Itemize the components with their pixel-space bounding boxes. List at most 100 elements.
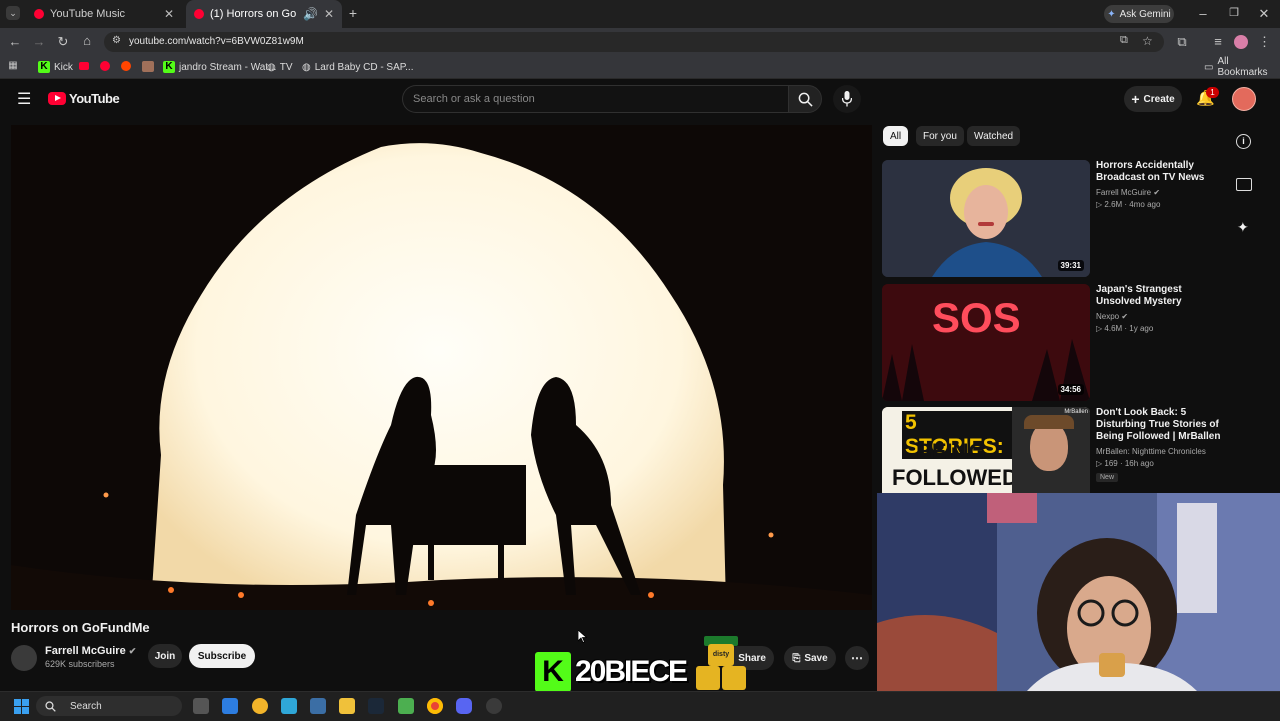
window-close-icon[interactable]: ✕ (1256, 6, 1272, 22)
bookmark-label: TV (279, 61, 293, 73)
close-icon[interactable]: ✕ (324, 7, 334, 21)
all-bookmarks[interactable]: ▭ All Bookmarks (1204, 56, 1280, 78)
voice-search-button[interactable] (833, 85, 861, 113)
tab-horrors-on-gofundme[interactable]: (1) Horrors on GoFundMe 🔊 ✕ (186, 0, 342, 28)
minimize-icon[interactable]: – (1195, 6, 1211, 21)
play-icon: ▷ (1096, 200, 1103, 209)
image-bookmark-icon[interactable] (142, 61, 154, 72)
steam-icon[interactable] (368, 698, 384, 714)
recommendation-thumbnail[interactable]: 5 STORIES: BEING FOLLOWED MrBallen (882, 407, 1090, 495)
widgets-icon[interactable] (222, 698, 238, 714)
video-duration: 39:31 (1057, 260, 1084, 271)
profile-avatar[interactable] (1234, 35, 1248, 49)
microphone-icon (842, 91, 852, 107)
bookmark-label: Lard Baby CD - SAP... (314, 61, 414, 73)
minecraft-icon[interactable] (398, 698, 414, 714)
create-button[interactable]: + Create (1124, 86, 1182, 112)
join-button[interactable]: Join (148, 644, 182, 668)
sparkle-icon[interactable]: ✦ (1237, 219, 1249, 236)
task-view-icon[interactable] (193, 698, 209, 714)
create-label: Create (1143, 93, 1175, 105)
recommendation-title[interactable]: Horrors Accidentally Broadcast on TV New… (1096, 160, 1221, 184)
tab-search-button[interactable]: ⌄ (6, 6, 20, 20)
discord-icon[interactable] (456, 698, 472, 714)
recommendation-title[interactable]: Japan's Strangest Unsolved Mystery (1096, 284, 1221, 308)
extensions-icon[interactable]: ⧉ (1174, 34, 1190, 50)
chrome-icon[interactable] (427, 698, 443, 714)
recommendation-views: 4.6M (1104, 324, 1123, 333)
recommendation-thumbnail[interactable]: 39:31 (882, 160, 1090, 277)
search-placeholder: Search or ask a question (413, 93, 535, 105)
search-input[interactable]: Search or ask a question (402, 85, 788, 113)
bookmark-icon: ⎘ (792, 652, 801, 664)
recommendation-info[interactable]: Japan's Strangest Unsolved Mystery Nexpo… (1096, 284, 1221, 333)
play-icon: ▷ (1096, 459, 1103, 468)
recommendation-age: 4mo ago (1129, 200, 1161, 209)
subscribe-button[interactable]: Subscribe (189, 644, 255, 668)
video-player[interactable] (11, 125, 872, 610)
file-explorer-icon[interactable] (339, 698, 355, 714)
menu-icon[interactable]: ⋮ (1258, 34, 1271, 50)
info-icon[interactable]: i (1236, 134, 1251, 149)
url-text[interactable]: youtube.com/watch?v=6BVW0Z81w9M (129, 36, 304, 47)
notification-count-badge: 1 (1206, 87, 1219, 98)
chip-for-you[interactable]: For you (916, 126, 964, 146)
recommendation-views: 169 (1104, 459, 1118, 468)
obs-icon[interactable] (486, 698, 502, 714)
bookmark-tv[interactable]: ◍ TV (267, 56, 293, 78)
youtube-page: ☰ YouTube Search or ask a question + Cre… (0, 79, 1280, 691)
reload-icon[interactable]: ↻ (55, 34, 71, 50)
thumbnail-hair (1024, 415, 1074, 429)
apps-grid-icon[interactable]: ▦ (7, 60, 19, 71)
cast-icon[interactable]: ⧉ (1120, 34, 1128, 47)
address-bar[interactable]: ⚙ youtube.com/watch?v=6BVW0Z81w9M ⧉ ☆ (104, 32, 1164, 52)
restore-icon[interactable]: ❐ (1226, 6, 1242, 19)
photos-icon[interactable] (281, 698, 297, 714)
chat-icon[interactable] (1236, 178, 1252, 191)
back-icon[interactable]: ← (7, 34, 23, 49)
recommendation-channel: Farrell McGuire (1096, 188, 1152, 197)
chip-watched[interactable]: Watched (967, 126, 1021, 146)
start-tile (22, 699, 29, 706)
home-icon[interactable]: ⌂ (79, 33, 95, 48)
tab-title: YouTube Music (50, 8, 126, 20)
site-info-icon[interactable]: ⚙ (112, 35, 121, 46)
channel-avatar[interactable] (11, 645, 37, 671)
chip-all[interactable]: All (883, 126, 909, 146)
windows-start-icon[interactable] (14, 699, 29, 714)
ask-gemini-button[interactable]: ✦ Ask Gemini (1104, 5, 1174, 23)
reddit-bookmark-icon[interactable] (121, 61, 131, 71)
recommendation-title[interactable]: Don't Look Back: 5 Disturbing True Stori… (1096, 407, 1221, 443)
taskbar-search[interactable]: Search (36, 696, 182, 716)
recommendation-info[interactable]: Horrors Accidentally Broadcast on TV New… (1096, 160, 1221, 209)
recommendation-info[interactable]: Don't Look Back: 5 Disturbing True Stori… (1096, 407, 1221, 482)
account-avatar[interactable] (1232, 87, 1256, 111)
close-icon[interactable]: ✕ (164, 7, 174, 21)
forward-icon[interactable]: → (31, 34, 47, 49)
bookmark-label: Kick (54, 61, 73, 73)
channel-name[interactable]: Farrell McGuire (45, 645, 126, 657)
media-icon[interactable]: ≡ (1210, 34, 1226, 49)
bookmark-lard-baby[interactable]: ◍ Lard Baby CD - SAP... (302, 56, 413, 78)
hamburger-menu-icon[interactable]: ☰ (17, 89, 31, 109)
bookmark-star-icon[interactable]: ☆ (1142, 34, 1153, 48)
bookmark-jandro-stream[interactable]: K jandro Stream - Wat... (163, 56, 276, 78)
kick-icon: K (38, 61, 50, 73)
search-button[interactable] (788, 85, 822, 113)
youtube-logo[interactable]: YouTube (48, 91, 120, 106)
bookmark-kick[interactable]: K Kick (38, 56, 73, 78)
more-actions-icon[interactable]: ⋯ (845, 646, 869, 670)
weather-icon[interactable] (252, 698, 268, 714)
youtube-bookmark-icon[interactable] (79, 62, 89, 70)
verified-badge-icon: ✔ (128, 646, 137, 656)
calculator-icon[interactable] (310, 698, 326, 714)
save-button[interactable]: ⎘ Save (784, 646, 836, 670)
tab-youtube-music[interactable]: YouTube Music ✕ (26, 0, 182, 28)
recommendation-thumbnail[interactable]: SOS 34:56 (882, 284, 1090, 401)
speaker-icon[interactable]: 🔊 (303, 7, 318, 21)
youtube-music-bookmark-icon[interactable] (100, 61, 110, 71)
recommendation-views: 2.6M (1104, 200, 1123, 209)
tab-strip: ⌄ YouTube Music ✕ (1) Horrors on GoFundM… (0, 0, 1280, 28)
new-tab-button[interactable]: + (346, 6, 360, 20)
channel-name-row[interactable]: Farrell McGuire ✔ (45, 645, 136, 657)
